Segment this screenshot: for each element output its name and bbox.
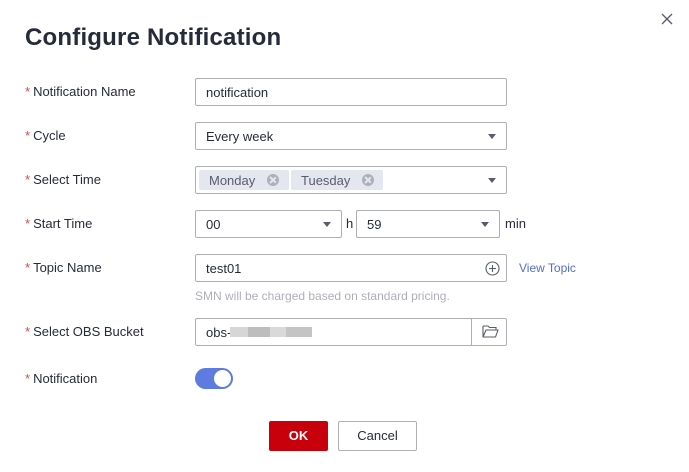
add-circle-icon[interactable] xyxy=(485,261,500,276)
chip-tuesday-label: Tuesday xyxy=(301,173,351,188)
notification-toggle[interactable] xyxy=(195,368,233,389)
obs-bucket-label: * Select OBS Bucket xyxy=(25,324,144,339)
obs-bucket-input[interactable]: obs- xyxy=(195,318,507,346)
start-hour-value: 00 xyxy=(206,217,221,232)
required-mark: * xyxy=(25,128,31,143)
obs-bucket-value: obs- xyxy=(206,325,232,340)
select-time-label-text: Select Time xyxy=(33,172,101,187)
minute-unit: min xyxy=(505,216,526,231)
cycle-label: * Cycle xyxy=(25,128,66,143)
divider xyxy=(471,319,472,345)
start-hour-select[interactable]: 00 xyxy=(195,210,342,238)
chip-remove-icon[interactable] xyxy=(362,174,374,186)
chevron-down-icon xyxy=(481,222,489,227)
cycle-select[interactable]: Every week xyxy=(195,122,507,150)
chevron-down-icon xyxy=(488,178,496,183)
notification-toggle-label-text: Notification xyxy=(33,371,98,386)
masked-text xyxy=(230,327,248,337)
select-time-multiselect[interactable]: Monday Tuesday xyxy=(195,166,507,194)
notification-name-label-text: Notification Name xyxy=(33,84,136,99)
ok-button[interactable]: OK xyxy=(269,421,328,451)
notification-name-input[interactable]: notification xyxy=(195,78,507,106)
masked-text xyxy=(286,327,312,337)
required-mark: * xyxy=(25,371,31,386)
required-mark: * xyxy=(25,84,31,99)
chip-remove-icon[interactable] xyxy=(267,174,279,186)
topic-name-label-text: Topic Name xyxy=(33,260,102,275)
chip-monday-label: Monday xyxy=(209,173,256,188)
notification-toggle-label: * Notification xyxy=(25,371,97,386)
view-topic-link[interactable]: View Topic xyxy=(519,261,576,275)
topic-name-label: * Topic Name xyxy=(25,260,102,275)
required-mark: * xyxy=(25,324,31,339)
masked-text xyxy=(248,327,270,337)
required-mark: * xyxy=(25,216,31,231)
topic-name-select[interactable]: test01 xyxy=(195,254,507,282)
chevron-down-icon xyxy=(323,222,331,227)
chevron-down-icon xyxy=(488,134,496,139)
start-time-label-text: Start Time xyxy=(33,216,93,231)
chip-tuesday: Tuesday xyxy=(291,170,383,190)
folder-open-icon[interactable] xyxy=(482,324,499,339)
start-minute-select[interactable]: 59 xyxy=(356,210,500,238)
cycle-value: Every week xyxy=(206,129,274,144)
masked-text xyxy=(270,327,286,337)
cycle-label-text: Cycle xyxy=(33,128,66,143)
chip-monday: Monday xyxy=(199,170,289,190)
select-time-label: * Select Time xyxy=(25,172,101,187)
close-icon[interactable] xyxy=(660,12,674,26)
start-time-label: * Start Time xyxy=(25,216,92,231)
required-mark: * xyxy=(25,260,31,275)
topic-pricing-hint: SMN will be charged based on standard pr… xyxy=(195,289,450,303)
hour-unit: h xyxy=(346,216,354,231)
required-mark: * xyxy=(25,172,31,187)
notification-name-value: notification xyxy=(206,85,269,100)
cancel-button[interactable]: Cancel xyxy=(338,421,417,451)
notification-name-label: * Notification Name xyxy=(25,84,136,99)
obs-bucket-label-text: Select OBS Bucket xyxy=(33,324,144,339)
start-minute-value: 59 xyxy=(367,217,382,232)
dialog-title: Configure Notification xyxy=(25,24,282,51)
topic-name-value: test01 xyxy=(206,261,242,276)
toggle-knob xyxy=(214,370,231,387)
